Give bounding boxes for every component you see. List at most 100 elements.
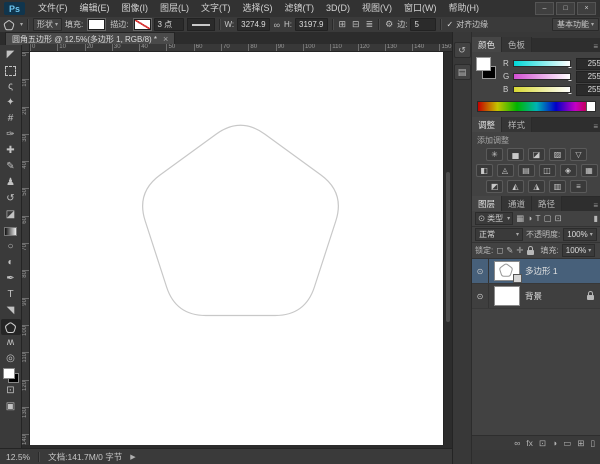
opacity-dropdown[interactable]: 100% ▾ [563, 228, 596, 241]
stroke-width-field[interactable]: 3 点 [154, 18, 184, 31]
close-icon[interactable]: × [163, 35, 168, 44]
adjustment-icon[interactable]: ◈ [560, 164, 577, 177]
visibility-eye-icon[interactable]: ⊙ [472, 284, 489, 308]
menu-item[interactable]: 窗口(W) [398, 0, 443, 17]
channel-value[interactable]: 255 [576, 84, 600, 96]
vertical-scrollbar[interactable] [443, 52, 452, 445]
gradient-tool[interactable] [1, 223, 21, 239]
adjustments-tab[interactable]: 样式 [502, 117, 532, 132]
document-canvas[interactable] [30, 52, 443, 445]
color-tab[interactable]: 颜色 [472, 37, 502, 52]
adjustment-icon[interactable]: ◭ [507, 180, 524, 193]
gear-icon[interactable]: ⚙ [384, 19, 394, 30]
adjustment-icon[interactable]: ✳ [486, 148, 503, 161]
marquee-tool[interactable] [1, 63, 21, 79]
adjustment-icon[interactable]: ◪ [528, 148, 545, 161]
adjustments-tab[interactable]: 调整 [472, 117, 502, 132]
panel-menu-icon[interactable]: ≡ [590, 201, 600, 211]
move-tool[interactable]: ◤ [1, 47, 21, 63]
path-arrangement-icon[interactable]: ≣ [365, 19, 375, 30]
foreground-background-swatches[interactable] [476, 57, 498, 79]
polygon-tool-icon[interactable] [3, 19, 15, 31]
height-field[interactable]: 3197.9 [295, 18, 327, 31]
layers-tab[interactable]: 图层 [472, 196, 502, 211]
visibility-eye-icon[interactable]: ⊙ [472, 259, 489, 283]
layer-style-icon[interactable]: fx [526, 439, 533, 448]
blur-tool[interactable]: ○ [1, 239, 21, 255]
brush-tool[interactable]: ✎ [1, 159, 21, 175]
layers-tab[interactable]: 通道 [502, 196, 532, 211]
link-layers-icon[interactable]: ∞ [514, 439, 520, 448]
vertical-ruler[interactable]: 0102030405060708090100110120130140 [22, 52, 30, 445]
layer-name[interactable]: 多边形 1 [525, 265, 558, 277]
adjustment-icon[interactable]: ▥ [549, 180, 566, 193]
tool-preset-caret-icon[interactable]: ▾ [20, 21, 23, 28]
menu-item[interactable]: 文件(F) [32, 0, 74, 17]
adjustment-icon[interactable]: ◧ [476, 164, 493, 177]
quick-mask-button[interactable]: ⊡ [1, 383, 21, 399]
adjustment-layer-icon[interactable]: ◑ [552, 439, 557, 448]
filter-shape-icon[interactable]: ▢ [544, 213, 552, 224]
menu-item[interactable]: 图像(I) [116, 0, 155, 17]
layer-row[interactable]: ⊙背景 [472, 284, 600, 309]
history-panel-icon[interactable]: ↺ [454, 42, 471, 58]
hand-tool[interactable]: ʍ [1, 335, 21, 351]
adjustment-icon[interactable]: ≡ [570, 180, 587, 193]
menu-item[interactable]: 选择(S) [237, 0, 279, 17]
eyedropper-tool[interactable]: ✑ [1, 127, 21, 143]
eraser-tool[interactable]: ◪ [1, 207, 21, 223]
channel-slider[interactable] [513, 73, 571, 80]
history-brush-tool[interactable]: ↺ [1, 191, 21, 207]
adjustment-icon[interactable]: ▅ [507, 148, 524, 161]
menu-item[interactable]: 帮助(H) [443, 0, 486, 17]
stroke-style-dropdown[interactable] [187, 18, 215, 31]
foreground-color-swatch[interactable] [3, 368, 15, 379]
adjustment-icon[interactable]: ▤ [518, 164, 535, 177]
clone-stamp-tool[interactable]: ♟ [1, 175, 21, 191]
fill-swatch[interactable] [88, 19, 105, 30]
new-group-icon[interactable]: ▭ [563, 439, 571, 448]
shape-tool[interactable] [1, 319, 21, 335]
filter-type-icon[interactable]: T [535, 213, 540, 224]
scrollbar-thumb[interactable] [446, 172, 450, 322]
layer-thumbnail[interactable] [494, 261, 520, 281]
foreground-color-swatch[interactable] [476, 57, 491, 71]
adjustment-icon[interactable]: ▨ [549, 148, 566, 161]
close-button[interactable]: × [577, 2, 596, 15]
filter-adjustment-icon[interactable]: ◑ [527, 213, 532, 224]
adjustment-icon[interactable]: ▽ [570, 148, 587, 161]
menu-item[interactable]: 图层(L) [154, 0, 195, 17]
filter-smart-object-icon[interactable]: ⊡ [555, 213, 562, 224]
lock-position-icon[interactable]: ✛ [516, 245, 523, 256]
color-swatches[interactable] [1, 367, 21, 383]
fill-opacity-dropdown[interactable]: 100% ▾ [562, 244, 595, 257]
delete-layer-icon[interactable]: ▯ [590, 439, 595, 448]
menu-item[interactable]: 文字(T) [195, 0, 237, 17]
link-dimensions-icon[interactable]: ∞ [273, 20, 281, 30]
menu-item[interactable]: 3D(D) [320, 0, 356, 17]
lasso-tool[interactable]: ς [1, 79, 21, 95]
path-selection-tool[interactable]: ◥ [1, 303, 21, 319]
type-tool[interactable]: T [1, 287, 21, 303]
panel-menu-icon[interactable]: ≡ [590, 42, 600, 52]
width-field[interactable]: 3274.9 [237, 18, 269, 31]
menu-item[interactable]: 编辑(E) [74, 0, 116, 17]
dodge-tool[interactable]: ◐ [1, 255, 21, 271]
new-layer-icon[interactable]: ⊞ [577, 439, 584, 448]
color-spectrum-bar[interactable] [477, 101, 596, 112]
layer-mask-icon[interactable]: ⊡ [539, 439, 546, 448]
blend-mode-dropdown[interactable]: 正常 ▾ [475, 228, 523, 241]
filter-pixel-icon[interactable]: ▦ [516, 213, 524, 224]
quick-selection-tool[interactable]: ✦ [1, 95, 21, 111]
minimize-button[interactable]: – [535, 2, 554, 15]
panel-menu-icon[interactable]: ≡ [590, 122, 600, 132]
sides-field[interactable]: 5 [410, 18, 436, 31]
channel-value[interactable]: 255 [576, 71, 600, 83]
lock-pixels-icon[interactable]: ✎ [506, 245, 513, 256]
channel-slider[interactable] [513, 86, 571, 93]
menu-item[interactable]: 视图(V) [356, 0, 398, 17]
screen-mode-button[interactable]: ▣ [1, 399, 21, 415]
adjustment-icon[interactable]: ◫ [539, 164, 556, 177]
workspace-switcher[interactable]: 基本功能 ▾ [552, 18, 599, 31]
menu-item[interactable]: 滤镜(T) [279, 0, 321, 17]
